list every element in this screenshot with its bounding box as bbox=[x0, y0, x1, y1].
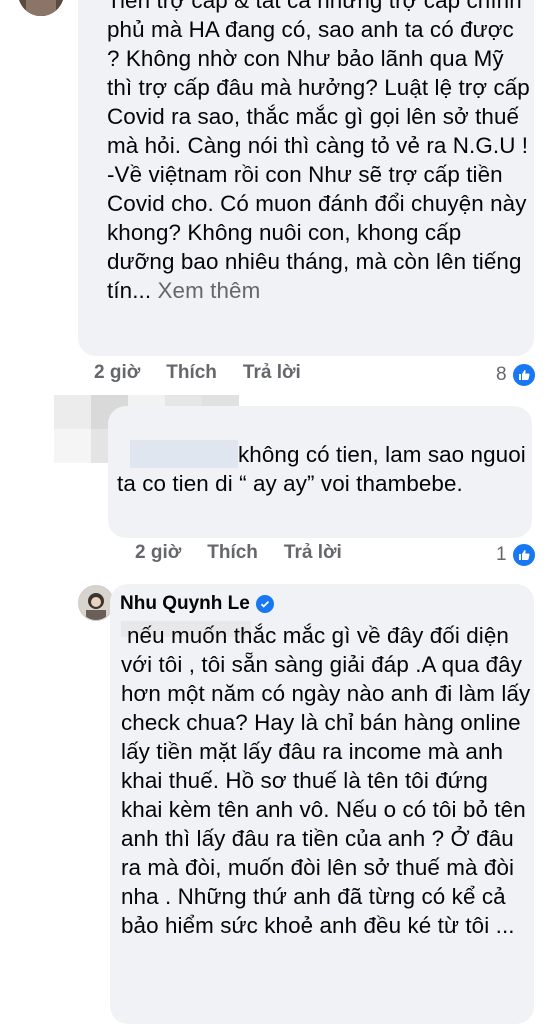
like-button[interactable]: Thích bbox=[166, 362, 217, 384]
reaction-count: 8 bbox=[496, 364, 507, 385]
author-name[interactable]: Nhu Quynh Le bbox=[120, 593, 250, 615]
comment-text: Tiền trợ cấp & tất cả những trợ cấp chín… bbox=[107, 0, 530, 303]
verified-badge-icon bbox=[255, 595, 274, 613]
reply-button[interactable]: Trả lời bbox=[243, 362, 301, 384]
comment-time[interactable]: 2 giờ bbox=[94, 362, 140, 384]
comment-text: nếu muốn thắc mắc gì về đây đối diện với… bbox=[121, 623, 531, 938]
like-button[interactable]: Thích bbox=[207, 542, 258, 564]
reaction-count: 1 bbox=[496, 544, 507, 565]
reaction-summary[interactable]: 8 bbox=[496, 362, 537, 388]
comment-text: không có tien, lam sao nguoi ta co tien … bbox=[117, 442, 526, 496]
like-reaction-icon bbox=[510, 362, 537, 388]
commenter-avatar[interactable] bbox=[18, 0, 64, 16]
comment-actions: 2 giờ Thích Trả lời bbox=[94, 362, 327, 384]
like-reaction-icon bbox=[510, 542, 537, 568]
comment-time[interactable]: 2 giờ bbox=[135, 542, 181, 564]
comment-author[interactable]: Nhu Quynh Le bbox=[120, 593, 274, 615]
see-more-link[interactable]: Xem thêm bbox=[158, 278, 261, 303]
author-avatar[interactable] bbox=[78, 585, 114, 621]
comment-actions: 2 giờ Thích Trả lời bbox=[135, 542, 368, 564]
reply-button[interactable]: Trả lời bbox=[284, 542, 342, 564]
reaction-summary[interactable]: 1 bbox=[496, 542, 537, 568]
